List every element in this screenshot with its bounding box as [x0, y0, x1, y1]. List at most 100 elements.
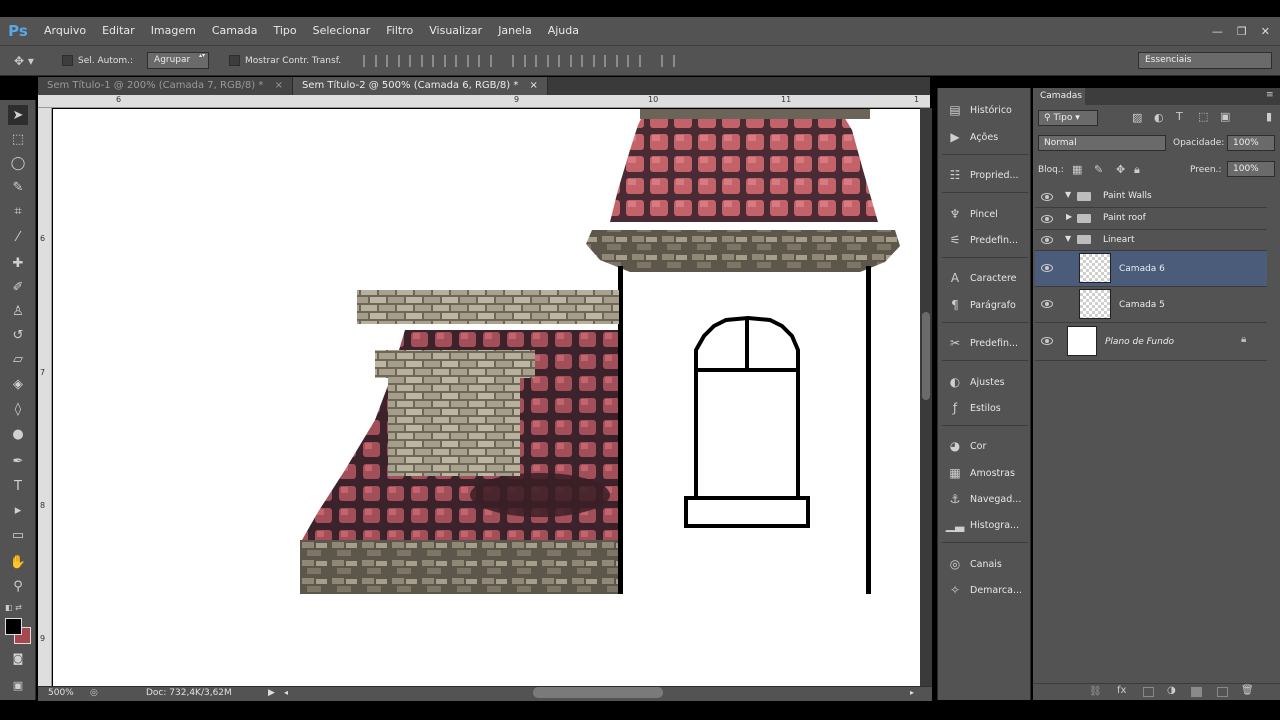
lock-pixels-icon[interactable]: ✎	[1094, 163, 1103, 176]
menu-ajuda[interactable]: Ajuda	[540, 17, 587, 45]
tab-close-icon[interactable]: ×	[530, 80, 538, 91]
layer-camada-6[interactable]: Camada 6	[1035, 251, 1267, 287]
brush-tool-icon[interactable]: ✐	[8, 277, 28, 297]
dock-paragrafo[interactable]: ¶ Parágrafo	[938, 294, 1032, 316]
foreground-color-swatch[interactable]	[5, 618, 22, 635]
minimize-button[interactable]: —	[1212, 25, 1223, 38]
marquee-tool-icon[interactable]: ⬚	[8, 129, 28, 149]
align-bottom-icon[interactable]	[409, 54, 424, 67]
dock-navegador[interactable]: ⚓ Navegad...	[938, 488, 1032, 510]
tab-camadas[interactable]: Camadas	[1033, 88, 1085, 105]
screen-mode-icon[interactable]: ▣	[8, 675, 28, 695]
link-layers-icon[interactable]: ⛓	[1089, 686, 1102, 697]
menu-visualizar[interactable]: Visualizar	[421, 17, 490, 45]
align-left-icon[interactable]	[432, 54, 447, 67]
lasso-tool-icon[interactable]: ◯	[8, 153, 28, 173]
align-top-icon[interactable]	[363, 54, 378, 67]
default-colors-icon[interactable]: ◧ ⇄	[5, 603, 22, 612]
tab-document-2[interactable]: Sem Título-2 @ 500% (Camada 6, RGB/8) * …	[292, 77, 548, 95]
move-tool-icon[interactable]: ➤	[8, 105, 28, 125]
quick-mask-icon[interactable]: ◙	[8, 648, 28, 668]
menu-editar[interactable]: Editar	[94, 17, 143, 45]
distribute-left-icon[interactable]	[581, 54, 596, 67]
visibility-eye-icon[interactable]	[1041, 337, 1053, 345]
layer-filter-dropdown[interactable]: ⚲ Tipo ▾	[1038, 110, 1098, 126]
dock-propriedades[interactable]: ☷ Propried...	[938, 164, 1032, 186]
auto-select-checkbox[interactable]	[62, 55, 73, 66]
dock-ajustes[interactable]: ◐ Ajustes	[938, 371, 1032, 393]
dock-acoes[interactable]: ▶ Ações	[938, 126, 1032, 148]
path-select-tool-icon[interactable]: ▸	[8, 500, 28, 520]
menu-janela[interactable]: Janela	[490, 17, 540, 45]
group-expand-chevron-icon[interactable]: ▼	[1065, 234, 1071, 243]
dock-demarcadores[interactable]: ✧ Demarca...	[938, 579, 1032, 601]
group-expand-chevron-icon[interactable]: ▼	[1065, 190, 1071, 199]
quick-select-tool-icon[interactable]: ✎	[8, 177, 28, 197]
menu-filtro[interactable]: Filtro	[378, 17, 421, 45]
menu-selecionar[interactable]: Selecionar	[305, 17, 379, 45]
menu-tipo[interactable]: Tipo	[265, 17, 304, 45]
align-hcenter-icon[interactable]	[455, 54, 470, 67]
blur-tool-icon[interactable]: ◊	[8, 399, 28, 419]
transform-controls-checkbox[interactable]	[229, 55, 241, 66]
lock-transparency-icon[interactable]: ▦	[1072, 163, 1082, 176]
tab-document-1[interactable]: Sem Título-1 @ 200% (Camada 7, RGB/8) * …	[38, 77, 293, 95]
menu-camada[interactable]: Camada	[204, 17, 266, 45]
menu-arquivo[interactable]: Arquivo	[36, 17, 94, 45]
scroll-left-arrow-icon[interactable]: ◂	[284, 688, 288, 697]
pen-tool-icon[interactable]: ✒	[8, 451, 28, 471]
add-mask-icon[interactable]	[1143, 687, 1154, 697]
eyedropper-tool-icon[interactable]: ⁄	[8, 227, 28, 247]
workspace-dropdown[interactable]: Essenciais	[1138, 52, 1272, 69]
visibility-eye-icon[interactable]	[1041, 236, 1053, 244]
dock-predefinicoes-ferramenta[interactable]: ✂ Predefin...	[938, 332, 1032, 354]
layer-style-icon[interactable]: fx	[1117, 685, 1126, 696]
filter-shape-icon[interactable]: ⬚	[1198, 110, 1208, 123]
layer-camada-5[interactable]: Camada 5	[1035, 287, 1267, 323]
eraser-tool-icon[interactable]: ▱	[8, 349, 28, 369]
opacity-input[interactable]: 100%	[1227, 135, 1275, 151]
auto-select-dropdown[interactable]: Agrupar	[147, 52, 210, 69]
dock-histograma[interactable]: ▁▃ Histogra...	[938, 514, 1032, 536]
visibility-eye-icon[interactable]	[1041, 193, 1053, 201]
dock-pincel[interactable]: ♆ Pincel	[938, 203, 1032, 225]
document-canvas[interactable]	[53, 109, 920, 686]
crop-tool-icon[interactable]: ⌗	[8, 201, 28, 221]
new-group-icon[interactable]	[1191, 687, 1202, 697]
dodge-tool-icon[interactable]: ●	[8, 424, 28, 444]
layer-plano-de-fundo[interactable]: Plano de Fundo 🔒︎	[1035, 323, 1267, 361]
filter-toggle-icon[interactable]: ▮	[1266, 110, 1272, 123]
auto-align-icon[interactable]	[661, 54, 676, 67]
stamp-tool-icon[interactable]: ♙	[8, 301, 28, 321]
canvas-horizontal-scroll-thumb[interactable]	[533, 687, 663, 698]
lock-all-icon[interactable]: 🔒︎	[1134, 163, 1140, 177]
zoom-level[interactable]: 500%	[48, 688, 74, 698]
distribute-right-icon[interactable]	[627, 54, 642, 67]
dock-caractere[interactable]: A Caractere	[938, 267, 1032, 289]
new-adjustment-icon[interactable]: ◑	[1167, 685, 1176, 696]
visibility-eye-icon[interactable]	[1041, 215, 1053, 223]
status-info-icon[interactable]: ◎	[90, 688, 98, 698]
zoom-tool-icon[interactable]: ⚲	[8, 576, 28, 596]
group-collapsed-chevron-icon[interactable]: ▶	[1066, 212, 1072, 221]
tab-close-icon[interactable]: ×	[275, 80, 283, 91]
dock-amostras[interactable]: ▦ Amostras	[938, 462, 1032, 484]
menu-imagem[interactable]: Imagem	[143, 17, 204, 45]
layer-group-lineart[interactable]: ▼ Lineart	[1035, 230, 1267, 251]
status-menu-arrow-icon[interactable]: ▶	[268, 688, 275, 698]
canvas-vertical-scroll-thumb[interactable]	[922, 312, 930, 400]
distribute-hcenter-icon[interactable]	[604, 54, 619, 67]
filter-adjustment-icon[interactable]: ◐	[1154, 111, 1164, 124]
align-right-icon[interactable]	[478, 54, 493, 67]
hand-tool-icon[interactable]: ✋	[8, 552, 28, 572]
restore-button[interactable]: ❐	[1237, 25, 1247, 38]
layer-group-paint-roof[interactable]: ▶ Paint roof	[1035, 208, 1267, 230]
dock-cor[interactable]: ◕ Cor	[938, 435, 1032, 457]
fill-input[interactable]: 100%	[1227, 161, 1275, 177]
filter-pixel-icon[interactable]: ▨	[1132, 111, 1142, 124]
visibility-eye-icon[interactable]	[1041, 300, 1053, 308]
rectangle-tool-icon[interactable]: ▭	[8, 525, 28, 545]
history-brush-tool-icon[interactable]: ↺	[8, 325, 28, 345]
close-button[interactable]: ✕	[1261, 25, 1270, 38]
distribute-top-icon[interactable]	[512, 54, 527, 67]
